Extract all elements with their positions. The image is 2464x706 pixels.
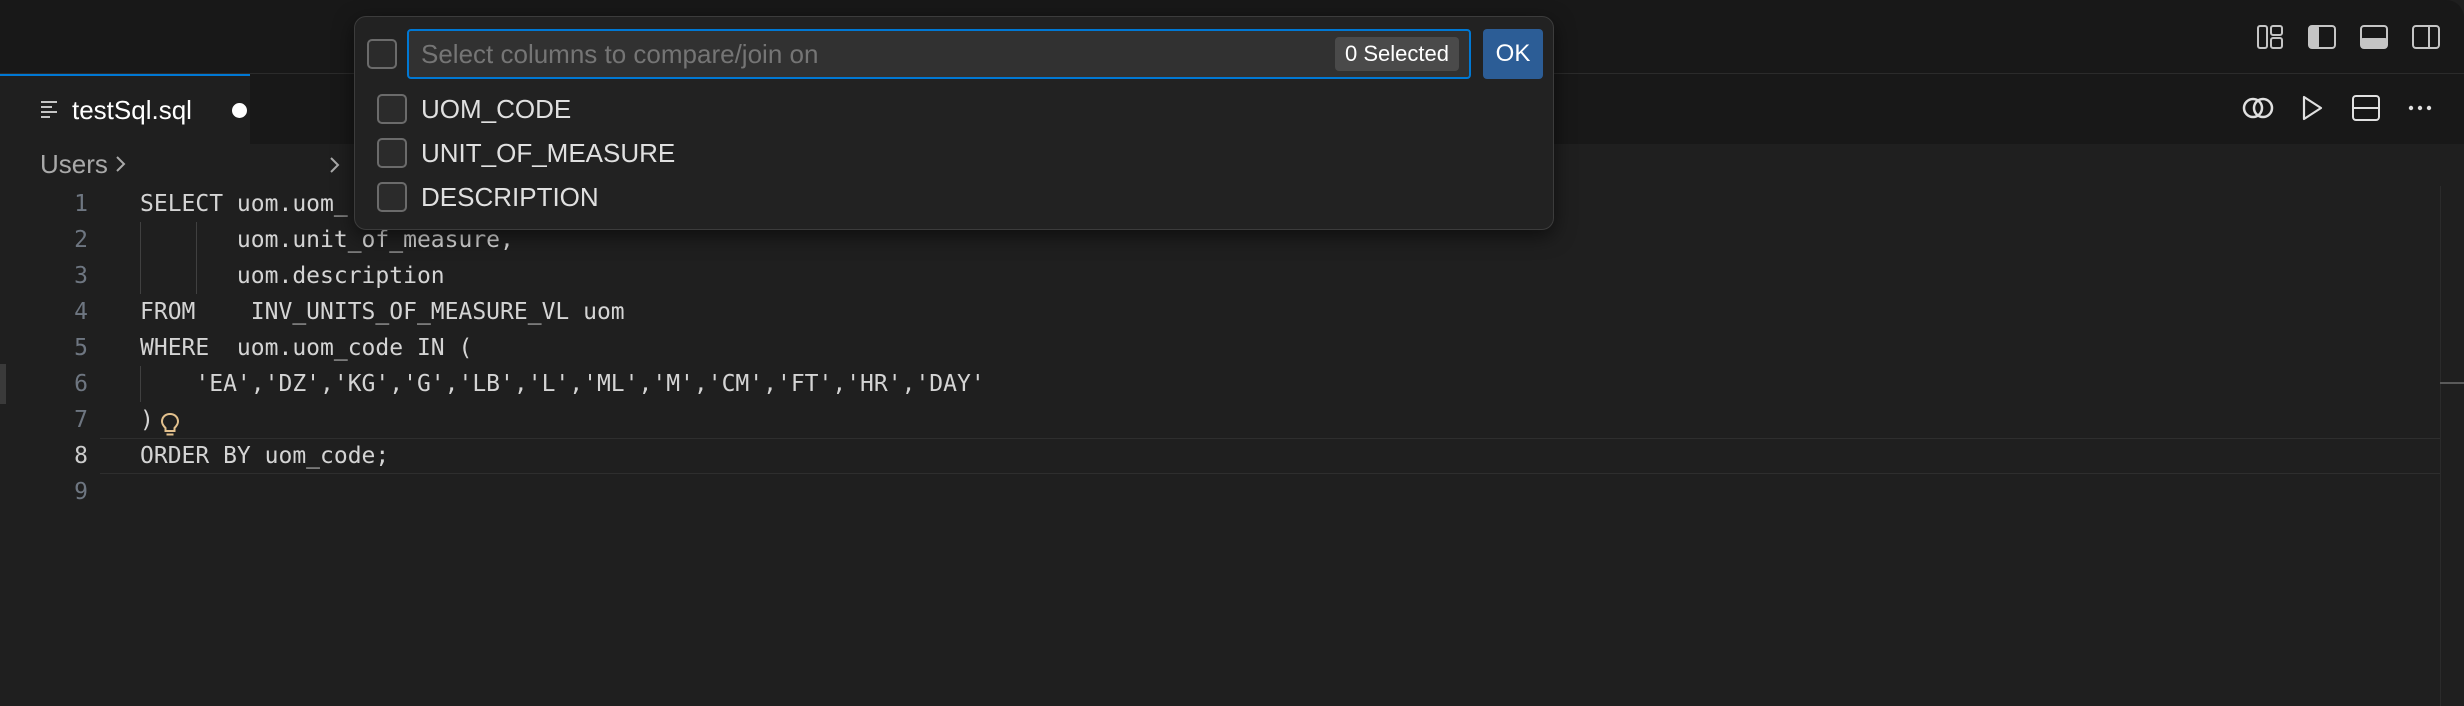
chevron-right-icon [328,150,340,181]
line-number: 2 [74,227,88,253]
code-text[interactable]: WHERE uom.uom_code IN ( [140,330,472,366]
option-label: UOM_CODE [421,93,572,124]
title-bar-controls [2254,22,2442,52]
code-line[interactable]: 7 ) [0,402,2464,438]
vertical-scrollbar[interactable] [2440,186,2464,706]
code-text[interactable]: SELECT uom.uom_ [140,186,348,222]
line-number: 7 [74,407,88,433]
code-text[interactable]: FROM INV_UNITS_OF_MEASURE_VL uom [140,294,625,330]
chevron-right-icon [114,149,126,180]
breadcrumb-item-users[interactable]: Users [40,149,108,180]
tab-label: testSql.sql [72,94,192,125]
toggle-secondary-sidebar-icon[interactable] [2410,22,2442,52]
toggle-panel-icon[interactable] [2358,22,2390,52]
tab-testsql[interactable]: testSql.sql [0,74,250,144]
quick-pick-option[interactable]: DESCRIPTION [377,177,1537,217]
code-line[interactable]: 4 FROM INV_UNITS_OF_MEASURE_VL uom [0,294,2464,330]
option-checkbox[interactable] [377,94,407,124]
editor-actions [2242,92,2436,124]
selected-count-badge: 0 Selected [1335,37,1459,71]
unsaved-dot-icon[interactable] [231,102,247,118]
toggle-primary-sidebar-icon[interactable] [2306,22,2338,52]
code-text[interactable]: uom.description [140,258,445,294]
split-editor-icon[interactable] [2350,92,2382,124]
quick-pick-option[interactable]: UNIT_OF_MEASURE [377,133,1537,173]
line-number: 5 [74,335,88,361]
line-number: 4 [74,299,88,325]
ok-button[interactable]: OK [1483,29,1543,79]
compare-icon[interactable] [2242,92,2274,124]
code-line[interactable]: 6 'EA','DZ','KG','G','LB','L','ML','M','… [0,366,2464,402]
code-text[interactable]: ) [140,402,154,438]
line-number: 9 [74,479,88,505]
line-number: 6 [74,371,88,397]
column-filter-input[interactable] [407,29,1471,79]
option-label: DESCRIPTION [421,181,599,212]
code-editor[interactable]: 1 SELECT uom.uom_ 2 uom.unit_of_measure,… [0,186,2464,706]
option-checkbox[interactable] [377,182,407,212]
file-lines-icon [40,95,58,126]
code-text[interactable]: 'EA','DZ','KG','G','LB','L','ML','M','CM… [140,366,984,402]
lightbulb-icon[interactable] [160,412,180,444]
more-actions-icon[interactable] [2404,92,2436,124]
line-number: 1 [74,191,88,217]
vscode-window: testSql.sql Users 1 SELECT uom.uom_ 2 uo… [0,0,2464,706]
option-label: UNIT_OF_MEASURE [421,137,676,168]
code-line[interactable]: 8 ORDER BY uom_code; [0,438,2464,474]
code-line[interactable]: 9 [0,474,2464,510]
line-number: 8 [74,443,88,469]
scrollbar-cursor-marker [2440,382,2464,384]
line-number: 3 [74,263,88,289]
quick-pick-dialog: 0 Selected OK UOM_CODE UNIT_OF_MEASURE D… [354,16,1554,230]
option-checkbox[interactable] [377,138,407,168]
code-line[interactable]: 3 uom.description [0,258,2464,294]
breadcrumb: Users [40,146,340,182]
code-line[interactable]: 5 WHERE uom.uom_code IN ( [0,330,2464,366]
run-icon[interactable] [2296,92,2328,124]
select-all-checkbox[interactable] [367,39,397,69]
gutter-marker [0,364,6,404]
quick-pick-option[interactable]: UOM_CODE [377,89,1537,129]
customize-layout-icon[interactable] [2254,22,2286,52]
